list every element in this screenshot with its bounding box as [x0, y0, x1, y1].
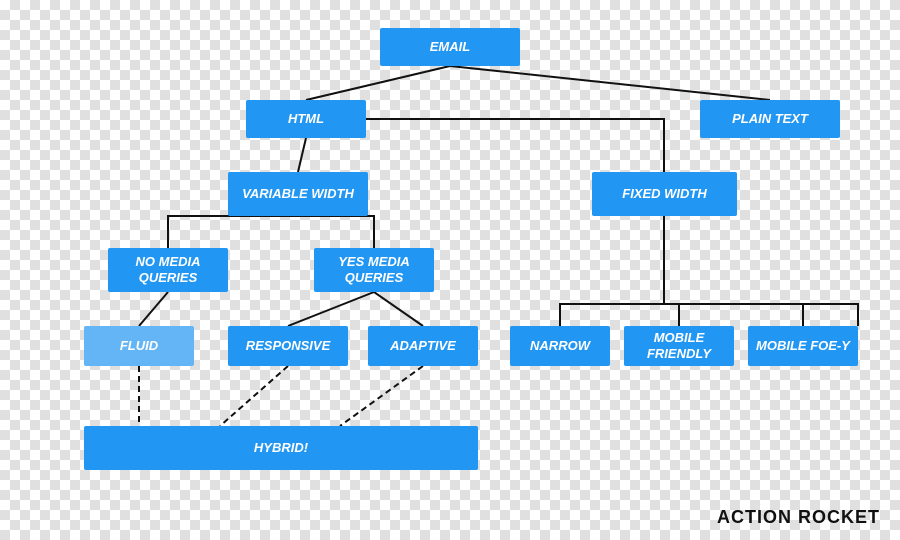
node-adaptive: ADAPTIVE: [368, 326, 478, 366]
node-narrow: NARROW: [510, 326, 610, 366]
node-fixedwidth: FIXED WIDTH: [592, 172, 737, 216]
node-variablewidth: VARIABLE WIDTH: [228, 172, 368, 216]
node-plaintext: PLAIN TEXT: [700, 100, 840, 138]
brand-label: ACTION ROCKET: [717, 507, 880, 528]
node-mobilefoey: MOBILE FOE-Y: [748, 326, 858, 366]
diagram: EMAIL HTML PLAIN TEXT VARIABLE WIDTH FIX…: [20, 10, 880, 520]
node-email: EMAIL: [380, 28, 520, 66]
node-yesmedia: YES MEDIA QUERIES: [314, 248, 434, 292]
node-hybrid: HYBRID!: [84, 426, 478, 470]
node-fluid: FLUID: [84, 326, 194, 366]
node-nomedia: NO MEDIA QUERIES: [108, 248, 228, 292]
node-responsive: RESPONSIVE: [228, 326, 348, 366]
node-html: HTML: [246, 100, 366, 138]
node-mobilefriendly: MOBILE FRIENDLY: [624, 326, 734, 366]
